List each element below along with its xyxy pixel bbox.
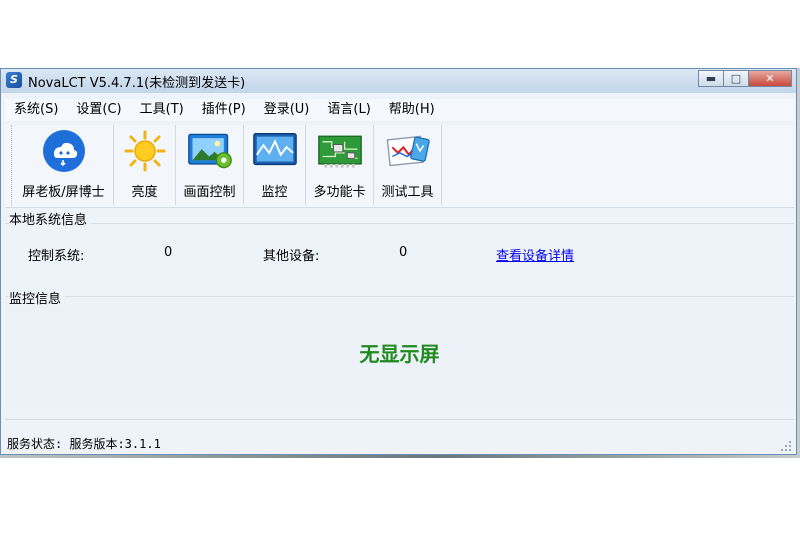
- other-devices-label: 其他设备:: [263, 249, 320, 264]
- tool-brightness[interactable]: 亮度: [114, 125, 176, 205]
- local-info-heading: 本地系统信息: [9, 209, 92, 228]
- control-system-label: 控制系统:: [28, 249, 85, 264]
- tool-label: 亮度: [131, 185, 158, 200]
- minimize-icon: ▬: [705, 72, 717, 85]
- maximize-button[interactable]: □: [723, 70, 749, 87]
- monitor-wave-icon: [252, 129, 298, 173]
- tool-screen-doctor[interactable]: 屏老板/屏博士: [14, 125, 114, 205]
- tool-label: 测试工具: [381, 185, 434, 200]
- window-controls: ▬ □ ✕: [698, 70, 792, 87]
- monitor-info-heading: 监控信息: [9, 288, 66, 307]
- test-chart-icon: [385, 129, 431, 173]
- menu-language[interactable]: 语言(L): [318, 99, 379, 121]
- menu-system[interactable]: 系统(S): [5, 99, 67, 121]
- no-screen-message: 无显示屏: [359, 342, 440, 366]
- cloud-bot-icon: [41, 129, 87, 173]
- menu-bar: 系统(S) 设置(C) 工具(T) 插件(P) 登录(U) 语言(L) 帮助(H…: [5, 99, 794, 121]
- tool-label: 屏老板/屏博士: [22, 185, 105, 200]
- circuit-board-icon: [317, 129, 363, 173]
- control-system-value: 0: [164, 245, 173, 260]
- device-details-link[interactable]: 查看设备详情: [496, 245, 574, 264]
- other-devices-value: 0: [399, 245, 408, 260]
- menu-help[interactable]: 帮助(H): [380, 99, 444, 121]
- tool-label: 画面控制: [183, 185, 236, 200]
- tool-multifunction-card[interactable]: 多功能卡: [306, 125, 374, 205]
- app-window: S NovaLCT V5.4.7.1(未检测到发送卡) ▬ □ ✕ 系统(S) …: [0, 68, 797, 455]
- menu-plugins[interactable]: 插件(P): [193, 99, 255, 121]
- app-logo-icon: S: [6, 72, 22, 88]
- window-title: NovaLCT V5.4.7.1(未检测到发送卡): [28, 76, 246, 91]
- status-bar: 服务状态: 服务版本:3.1.1: [5, 419, 794, 454]
- maximize-icon: □: [730, 72, 742, 85]
- close-icon: ✕: [765, 72, 775, 85]
- image-settings-icon: [187, 129, 233, 173]
- sun-icon: [122, 129, 168, 173]
- tool-label: 监控: [261, 185, 288, 200]
- tool-label: 多功能卡: [313, 185, 366, 200]
- service-status-text: 服务状态: 服务版本:3.1.1: [7, 437, 161, 451]
- tool-image-control[interactable]: 画面控制: [176, 125, 244, 205]
- toolbar: 屏老板/屏博士 亮度 画面控制 监控 多功能卡 测试工具: [5, 125, 794, 208]
- title-bar[interactable]: S NovaLCT V5.4.7.1(未检测到发送卡) ▬ □ ✕: [1, 69, 796, 93]
- toolbar-grip[interactable]: [5, 125, 12, 205]
- resize-grip-icon[interactable]: [780, 440, 792, 452]
- local-info-divider: [5, 223, 794, 224]
- close-button[interactable]: ✕: [748, 70, 792, 87]
- minimize-button[interactable]: ▬: [698, 70, 724, 87]
- tool-monitor[interactable]: 监控: [244, 125, 306, 205]
- tool-test-tools[interactable]: 测试工具: [374, 125, 442, 205]
- monitor-panel: 无显示屏: [5, 296, 794, 408]
- menu-login[interactable]: 登录(U): [255, 99, 319, 121]
- menu-tools[interactable]: 工具(T): [131, 99, 193, 121]
- monitor-info-divider: [5, 296, 794, 297]
- menu-settings[interactable]: 设置(C): [67, 99, 130, 121]
